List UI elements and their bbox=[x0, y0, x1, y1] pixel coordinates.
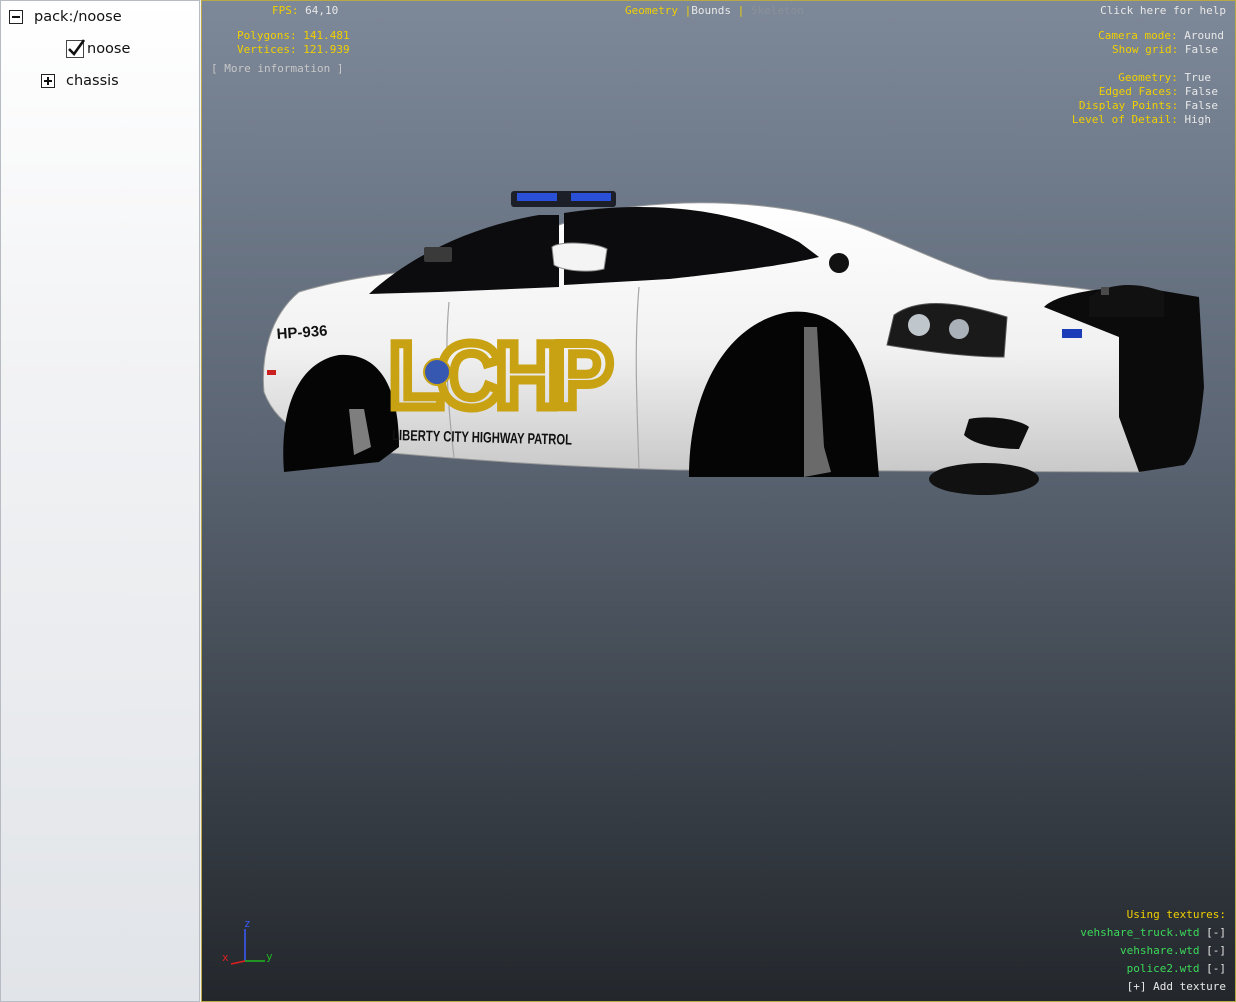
show-grid-setting[interactable]: Show grid: False bbox=[1112, 43, 1218, 57]
display-points-setting[interactable]: Display Points: False bbox=[1079, 99, 1218, 113]
light-bar-blue-right bbox=[571, 193, 611, 201]
remove-texture-button[interactable]: [-] bbox=[1206, 926, 1226, 939]
remove-texture-button[interactable]: [-] bbox=[1206, 962, 1226, 975]
axis-y-label: y bbox=[266, 950, 273, 963]
camera-mode-label: Camera mode: bbox=[1098, 29, 1178, 42]
tree-node-noose[interactable]: noose bbox=[66, 38, 130, 60]
front-tire bbox=[929, 463, 1039, 495]
badge-icon bbox=[423, 358, 451, 386]
using-textures-label: Using textures: bbox=[1126, 908, 1226, 921]
tab-skeleton[interactable]: Skeleton bbox=[751, 4, 804, 17]
display-points-label: Display Points: bbox=[1078, 99, 1179, 112]
polygons-label: Polygons: bbox=[237, 29, 297, 42]
axis-x-label: x bbox=[222, 951, 229, 964]
geometry-value[interactable]: True bbox=[1185, 71, 1212, 84]
texture-name[interactable]: vehshare.wtd bbox=[1120, 944, 1199, 957]
lod-setting[interactable]: Level of Detail: High bbox=[1072, 113, 1211, 127]
display-points-value[interactable]: False bbox=[1185, 99, 1218, 112]
tab-bounds[interactable]: Bounds bbox=[691, 4, 731, 17]
tree-node-noose-label[interactable]: noose bbox=[87, 41, 130, 57]
geometry-label: Geometry: bbox=[1118, 71, 1178, 84]
texture-name[interactable]: vehshare_truck.wtd bbox=[1080, 926, 1199, 939]
bumper-light bbox=[1062, 329, 1082, 338]
polygons-readout: Polygons: 141.481 bbox=[237, 29, 350, 43]
logo-text: LCHP bbox=[389, 325, 610, 427]
vertices-label: Vertices: bbox=[237, 43, 297, 56]
vertices-value: 121.939 bbox=[303, 43, 350, 56]
geometry-setting[interactable]: Geometry: True bbox=[1118, 71, 1211, 85]
edged-faces-value[interactable]: False bbox=[1185, 85, 1218, 98]
remove-texture-button[interactable]: [-] bbox=[1206, 944, 1226, 957]
show-grid-value[interactable]: False bbox=[1185, 43, 1218, 56]
axis-z-label: z bbox=[244, 917, 251, 930]
camera-mode-setting[interactable]: Camera mode: Around bbox=[1098, 29, 1224, 43]
view-mode-tabs: Geometry |Bounds | Skeleton bbox=[625, 4, 804, 18]
fps-label: FPS: bbox=[272, 4, 299, 17]
texture-row: vehshare_truck.wtd [-] bbox=[1080, 926, 1226, 940]
checkmark-icon bbox=[68, 39, 85, 57]
edged-faces-setting[interactable]: Edged Faces: False bbox=[1099, 85, 1218, 99]
tree-node-chassis-label[interactable]: chassis bbox=[66, 73, 119, 89]
polygons-value: 141.481 bbox=[303, 29, 350, 42]
unit-number: HP-936 bbox=[276, 322, 328, 343]
light-bar-blue-left bbox=[517, 193, 557, 201]
noose-visibility-checkbox[interactable] bbox=[66, 39, 85, 58]
camera-mode-value[interactable]: Around bbox=[1184, 29, 1224, 42]
headlight-lens-outer bbox=[908, 314, 930, 336]
add-texture-button[interactable]: [+] Add texture bbox=[1127, 980, 1226, 994]
police-car-model: HP-936 LCHP LIBERTY CITY HIGHWAY PATROL bbox=[262, 191, 1204, 495]
help-link[interactable]: Click here for help bbox=[1100, 4, 1226, 18]
texture-name[interactable]: police2.wtd bbox=[1127, 962, 1200, 975]
lod-value[interactable]: High bbox=[1185, 113, 1212, 126]
bumper-light-small bbox=[1101, 287, 1109, 295]
model-viewport[interactable]: FPS: 64,10 Polygons: 141.481 Vertices: 1… bbox=[201, 0, 1236, 1002]
tree-node-chassis[interactable]: chassis bbox=[41, 70, 119, 92]
texture-row: vehshare.wtd [-] bbox=[1120, 944, 1226, 958]
tab-separator-2: | bbox=[737, 4, 745, 17]
more-information-link[interactable]: [ More information ] bbox=[211, 62, 343, 76]
rear-reflector bbox=[267, 370, 276, 375]
edged-faces-label: Edged Faces: bbox=[1098, 85, 1179, 98]
tree-node-root-label[interactable]: pack:/noose bbox=[34, 9, 122, 25]
side-mirror bbox=[551, 242, 608, 272]
collapse-icon[interactable] bbox=[9, 10, 23, 24]
light-pod bbox=[829, 253, 849, 273]
interior-detail bbox=[424, 247, 452, 262]
show-grid-label: Show grid: bbox=[1112, 43, 1179, 56]
expand-icon[interactable] bbox=[41, 74, 55, 88]
lod-label: Level of Detail: bbox=[1071, 113, 1178, 126]
rear-window bbox=[369, 215, 559, 294]
model-tree-panel: pack:/noose noose chassis bbox=[0, 0, 200, 1002]
tree-node-root[interactable]: pack:/noose bbox=[9, 6, 122, 28]
axis-gizmo: z x y bbox=[222, 917, 273, 965]
fps-value: 64,10 bbox=[305, 4, 339, 17]
vertices-readout: Vertices: 121.939 bbox=[237, 43, 350, 57]
texture-row: police2.wtd [-] bbox=[1127, 962, 1226, 976]
tab-geometry[interactable]: Geometry bbox=[625, 4, 678, 17]
headlight-lens-inner bbox=[949, 319, 969, 339]
fps-readout: FPS: 64,10 bbox=[272, 4, 338, 18]
